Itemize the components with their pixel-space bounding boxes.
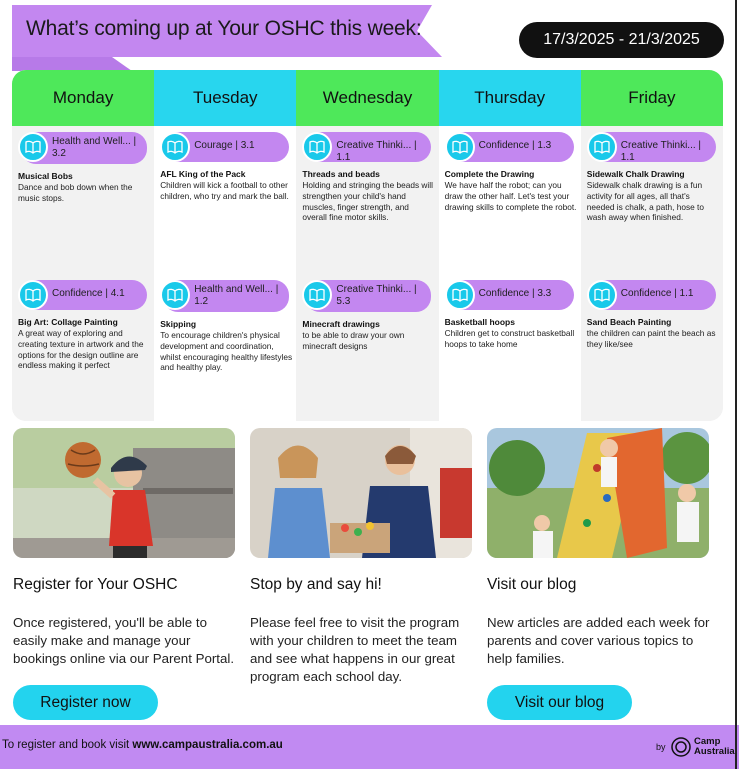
activity-card: Creative Thinki... | 5.3 Minecraft drawi… [300, 280, 436, 352]
book-icon [302, 280, 333, 310]
activity-title: AFL King of the Pack [160, 169, 246, 179]
weekly-schedule: Monday Health and Well... | 3.2 Musical … [12, 70, 723, 421]
activity-title: Big Art: Collage Painting [18, 317, 118, 327]
camp-australia-logo-icon [671, 737, 691, 757]
register-now-button[interactable]: Register now [13, 685, 158, 720]
activity-tag-label: Health and Well... | 1.2 [194, 284, 279, 307]
activity-card: Health and Well... | 3.2 Musical Bobs Da… [16, 132, 152, 204]
card-title: Visit our blog [487, 576, 577, 593]
activity-title: Complete the Drawing [444, 169, 535, 179]
activity-tag-label: Confidence | 1.1 [620, 288, 694, 299]
card-body: Once registered, you'll be able to easil… [13, 615, 235, 666]
card-body: New articles are added each week for par… [487, 615, 710, 666]
activity-description: Dance and bob down when the music stops. [18, 182, 133, 203]
activity-card: Health and Well... | 1.2 Skipping To enc… [158, 280, 294, 373]
book-icon [160, 280, 191, 310]
card-title: Stop by and say hi! [250, 576, 382, 593]
visit-card: Stop by and say hi! Please feel free to … [250, 428, 475, 684]
book-icon [586, 132, 617, 162]
activity-tag: Creative Thinki... | 1.1 [302, 132, 432, 163]
day-column-thursday: Thursday Confidence | 1.3 Complete the D… [438, 70, 581, 421]
activity-card: Confidence | 4.1 Big Art: Collage Painti… [16, 280, 152, 371]
activity-card: Confidence | 1.1 Sand Beach Painting the… [585, 280, 721, 350]
book-icon [444, 280, 475, 310]
day-column-monday: Monday Health and Well... | 3.2 Musical … [12, 70, 155, 421]
footer-prefix: To register and book visit [2, 739, 133, 751]
visit-blog-button[interactable]: Visit our blog [487, 685, 632, 720]
page-edge-rule [735, 0, 737, 769]
logo-wordmark: Camp Australia [694, 737, 735, 757]
day-column-tuesday: Tuesday Courage | 3.1 AFL King of the Pa… [154, 70, 297, 421]
register-card: Register for Your OSHC Once registered, … [13, 428, 238, 720]
basketball-girl-photo [13, 428, 235, 558]
website-link[interactable]: www.campaustralia.com.au [132, 739, 282, 751]
activity-tag: Confidence | 1.3 [444, 132, 574, 162]
activity-tag-label: Confidence | 4.1 [52, 288, 125, 299]
day-column-wednesday: Wednesday Creative Thinki... | 1.1 Threa… [296, 70, 439, 421]
activity-card: Confidence | 3.3 Basketball hoops Childr… [443, 280, 579, 350]
activity-description: Children will kick a football to other c… [160, 180, 289, 201]
activity-title: Threads and beads [302, 169, 380, 179]
footer-bar: To register and book visit www.campaustr… [0, 725, 739, 769]
book-icon [18, 132, 48, 162]
book-icon [444, 132, 475, 162]
activity-title: Musical Bobs [18, 171, 73, 181]
activity-tag-label: Creative Thinki... | 5.3 [336, 284, 417, 307]
children-playing-photo [250, 428, 472, 558]
activity-description: Children get to construct basketball hoo… [444, 328, 575, 349]
activity-description: To encourage children's physical develop… [160, 330, 293, 373]
activity-title: Skipping [160, 319, 197, 329]
activity-tag-label: Courage | 3.1 [194, 140, 255, 151]
day-header-friday: Friday [580, 70, 723, 126]
day-header-wednesday: Wednesday [296, 70, 439, 126]
activity-description: Sidewalk chalk drawing is a fun activity… [586, 180, 704, 223]
day-header-monday: Monday [12, 70, 155, 126]
card-body: Please feel free to visit the program wi… [250, 615, 460, 684]
logo-line-2: Australia [694, 746, 735, 757]
activity-title: Minecraft drawings [302, 319, 380, 329]
date-range-badge: 17/3/2025 - 21/3/2025 [519, 22, 724, 58]
book-icon [302, 132, 333, 162]
day-column-friday: Friday Creative Thinki... | 1.1 Sidewalk… [580, 70, 723, 421]
activity-tag-label: Confidence | 3.3 [478, 288, 552, 299]
footer-text: To register and book visit www.campaustr… [2, 739, 283, 751]
activity-tag-label: Confidence | 1.3 [478, 140, 552, 151]
activity-title: Basketball hoops [444, 317, 515, 327]
camp-australia-logo: by Camp Australia [656, 736, 736, 760]
card-title: Register for Your OSHC [13, 576, 178, 593]
activity-tag-label: Health and Well... | 3.2 [52, 136, 137, 159]
activity-tag: Confidence | 1.1 [586, 280, 716, 310]
activity-tag: Creative Thinki... | 1.1 [586, 132, 716, 163]
activity-tag-label: Creative Thinki... | 1.1 [620, 140, 702, 163]
climbing-wall-photo [487, 428, 709, 558]
page-title: What’s coming up at Your OSHC this week: [26, 17, 422, 40]
activity-description: to be able to draw your own minecraft de… [302, 330, 405, 351]
logo-by-text: by [656, 742, 666, 752]
activity-card: Creative Thinki... | 1.1 Sidewalk Chalk … [585, 132, 721, 223]
activity-card: Courage | 3.1 AFL King of the Pack Child… [158, 132, 294, 202]
day-header-thursday: Thursday [438, 70, 581, 126]
book-icon [18, 280, 48, 310]
activity-description: Holding and stringing the beads will str… [302, 180, 433, 223]
blog-card: Visit our blog New articles are added ea… [487, 428, 712, 720]
book-icon [586, 280, 617, 310]
title-banner: What’s coming up at Your OSHC this week: [12, 3, 442, 71]
activity-tag: Courage | 3.1 [160, 132, 290, 162]
activity-card: Creative Thinki... | 1.1 Threads and bea… [300, 132, 436, 223]
book-icon [160, 132, 191, 162]
activity-title: Sand Beach Painting [586, 317, 672, 327]
activity-tag: Health and Well... | 3.2 [18, 132, 147, 164]
activity-card: Confidence | 1.3 Complete the Drawing We… [443, 132, 579, 212]
day-header-tuesday: Tuesday [154, 70, 297, 126]
activity-tag-label: Creative Thinki... | 1.1 [336, 140, 417, 163]
activity-description: A great way of exploring and creating te… [18, 328, 144, 371]
activity-tag: Health and Well... | 1.2 [160, 280, 290, 312]
activity-title: Sidewalk Chalk Drawing [586, 169, 685, 179]
activity-description: the children can paint the beach as they… [586, 328, 716, 349]
activity-description: We have half the robot; can you draw the… [444, 180, 577, 212]
activity-tag: Confidence | 3.3 [444, 280, 574, 310]
activity-tag: Creative Thinki... | 5.3 [302, 280, 432, 312]
activity-tag: Confidence | 4.1 [18, 280, 147, 310]
